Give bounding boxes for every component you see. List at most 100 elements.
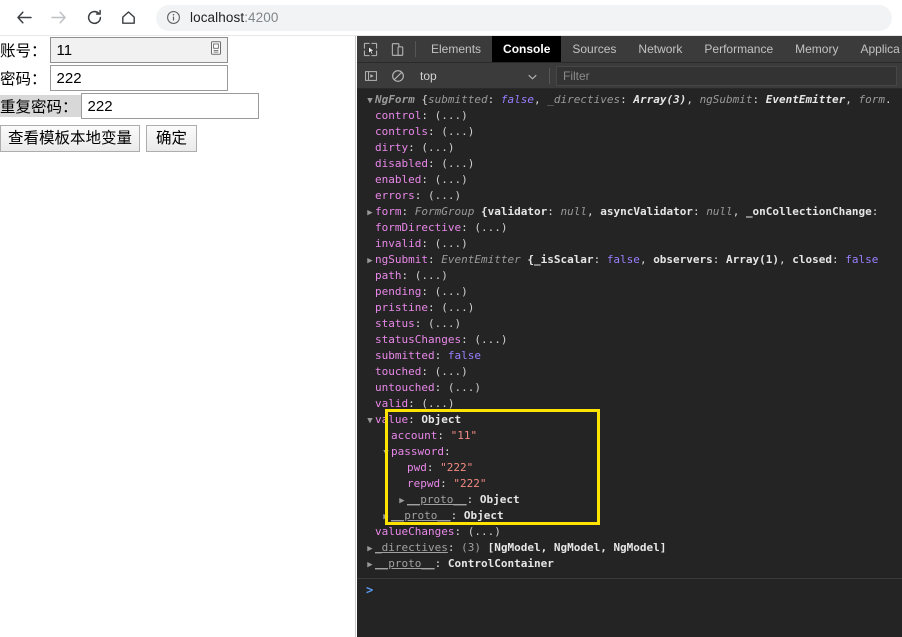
console-line[interactable]: ▶ __proto__: ControlContainer [357,556,902,572]
triangle-spacer [365,221,375,237]
execution-context-select[interactable]: top [415,66,543,85]
filter-input[interactable]: Filter [556,65,897,86]
console-line[interactable]: repwd: "222" [357,476,902,492]
expand-triangle-open-icon[interactable]: ▼ [365,413,375,429]
console-token: (...) [441,125,475,138]
tab-sources[interactable]: Sources [561,36,627,62]
expand-triangle-closed-icon[interactable]: ▶ [365,541,375,557]
console-line[interactable]: submitted: false [357,348,902,364]
console-token: false [500,93,534,106]
form-row-repassword: 重复密码： 222 [0,92,355,120]
console-line[interactable]: ▶ __proto__: Object [357,508,902,524]
console-line[interactable]: ▼ password: [357,444,902,460]
view-template-local-var-button[interactable]: 查看模板本地变量 [0,125,141,152]
console-line[interactable]: enabled: (...) [357,172,902,188]
autofill-icon[interactable] [210,41,222,59]
console-line[interactable]: pending: (...) [357,284,902,300]
console-token: (...) [428,317,462,330]
console-line[interactable]: ▶ _directives: (3) [NgModel, NgModel, NgM… [357,540,902,556]
triangle-spacer [365,141,375,157]
console-token: false [447,349,481,362]
console-line[interactable]: valid: (...) [357,396,902,412]
console-token: { [527,253,534,266]
clear-console-icon[interactable] [384,69,411,83]
triangle-spacer [365,349,375,365]
console-line[interactable]: pwd: "222" [357,460,902,476]
console-sidebar-icon[interactable] [357,69,384,83]
console-token: value [375,413,409,426]
back-arrow-icon[interactable] [10,4,38,32]
console-line[interactable]: ▼ NgForm {submitted: false, _directives: … [357,92,902,108]
console-token: ngSubmit [375,253,428,266]
console-token: submitted [375,349,435,362]
expand-triangle-closed-icon[interactable]: ▶ [397,493,407,509]
password-input[interactable]: 222 [49,65,228,91]
console-token: , [779,253,793,266]
repassword-input[interactable]: 222 [80,93,259,119]
address-bar[interactable]: localhost:4200 [156,4,892,31]
expand-triangle-open-icon[interactable]: ▼ [381,445,391,461]
console-token: _isScalar [533,253,594,266]
console-line[interactable]: status: (...) [357,316,902,332]
console-line[interactable]: control: (...) [357,108,902,124]
console-line[interactable]: ▼ value: Object [357,412,902,428]
console-token: Object [421,413,462,426]
console-line[interactable]: touched: (...) [357,364,902,380]
console-output[interactable]: ▼ NgForm {submitted: false, _directives: … [357,89,902,637]
console-prompt-row[interactable]: > [357,581,373,599]
console-line[interactable]: dirty: (...) [357,140,902,156]
tab-performance[interactable]: Performance [693,36,784,62]
console-line[interactable]: untouched: (...) [357,380,902,396]
account-input[interactable]: 11 [49,37,228,63]
console-token: statusChanges [375,333,462,346]
console-token: status [375,317,415,330]
console-token: null [560,205,587,218]
console-token: : [466,493,480,506]
console-token: account [391,429,438,442]
console-line[interactable]: ▶ __proto__: Object [357,492,902,508]
console-token: , [845,93,859,106]
console-token: untouched [375,381,435,394]
triangle-spacer [365,285,375,301]
tab-memory[interactable]: Memory [784,36,849,62]
console-line[interactable]: errors: (...) [357,188,902,204]
console-line[interactable]: ▶ ngSubmit: EventEmitter {_isScalar: fals… [357,252,902,268]
console-token: repwd [407,477,441,490]
console-token: : [461,333,475,346]
console-token: closed [792,253,833,266]
console-token: : [421,173,435,186]
tab-console[interactable]: Console [492,36,562,62]
page-viewport: 账号： 11 密码： 222 重复密码： 222 查看模板本地变量 确定 [0,36,356,637]
console-token: . [885,93,892,106]
tab-network[interactable]: Network [627,36,693,62]
expand-triangle-closed-icon[interactable]: ▶ [365,253,375,269]
console-token: : [752,93,766,106]
console-line[interactable]: controls: (...) [357,124,902,140]
password-input-value: 222 [56,69,82,87]
console-line[interactable]: invalid: (...) [357,236,902,252]
console-filter-bar: top Filter [357,63,902,89]
inspect-element-icon[interactable] [357,36,384,62]
console-line[interactable]: account: "11" [357,428,902,444]
console-token: valid [375,397,409,410]
expand-triangle-closed-icon[interactable]: ▶ [365,205,375,221]
reload-icon[interactable] [80,4,108,32]
tab-elements[interactable]: Elements [420,36,492,62]
console-token: : [443,445,451,458]
console-line[interactable]: ▶ form: FormGroup {validator: null, async… [357,204,902,220]
info-circle-icon[interactable] [166,10,181,25]
tab-application[interactable]: Applica [849,36,902,62]
console-line[interactable]: path: (...) [357,268,902,284]
submit-button[interactable]: 确定 [146,125,198,152]
expand-triangle-open-icon[interactable]: ▼ [365,93,375,109]
expand-triangle-closed-icon[interactable]: ▶ [381,509,391,525]
home-icon[interactable] [114,4,142,32]
triangle-spacer [365,237,375,253]
console-line[interactable]: disabled: (...) [357,156,902,172]
expand-triangle-closed-icon[interactable]: ▶ [365,557,375,573]
console-line[interactable]: formDirective: (...) [357,220,902,236]
console-line[interactable]: pristine: (...) [357,300,902,316]
console-line[interactable]: valueChanges: (...) [357,524,902,540]
device-toolbar-icon[interactable] [384,36,411,62]
console-line[interactable]: statusChanges: (...) [357,332,902,348]
